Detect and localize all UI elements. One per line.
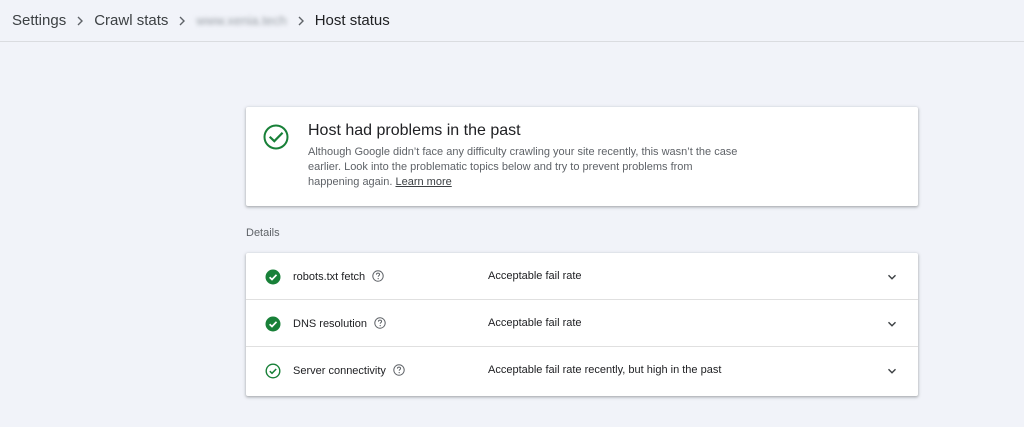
check-circle-filled-icon: [265, 269, 281, 285]
summary-description-text: Although Google didn’t face any difficul…: [308, 146, 738, 188]
breadcrumb: Settings Crawl stats www.xenia.tech Host…: [0, 0, 1024, 42]
details-list: robots.txt fetch Acceptable fail rate DN…: [246, 253, 918, 396]
check-circle-filled-icon: [265, 316, 281, 332]
chevron-right-icon: [287, 15, 315, 27]
details-row-robots-txt-fetch[interactable]: robots.txt fetch Acceptable fail rate: [246, 253, 918, 300]
breadcrumb-host-status: Host status: [314, 12, 390, 29]
details-heading: Details: [246, 227, 280, 239]
chevron-down-icon[interactable]: [886, 365, 898, 377]
check-circle-outline-icon: [263, 124, 289, 150]
breadcrumb-settings[interactable]: Settings: [12, 12, 66, 29]
row-name-text: robots.txt fetch: [293, 271, 366, 283]
row-name: DNS resolution: [293, 317, 386, 330]
row-name: robots.txt fetch: [293, 270, 384, 283]
help-icon[interactable]: [374, 317, 386, 329]
details-row-server-connectivity[interactable]: Server connectivity Acceptable fail rate…: [246, 347, 918, 396]
breadcrumb-host[interactable]: www.xenia.tech: [196, 13, 286, 28]
chevron-down-icon[interactable]: [886, 271, 898, 283]
host-status-summary-card: Host had problems in the past Although G…: [246, 107, 918, 206]
help-icon[interactable]: [372, 270, 384, 282]
row-name-text: DNS resolution: [293, 318, 367, 330]
breadcrumb-crawl-stats[interactable]: Crawl stats: [94, 12, 168, 29]
check-circle-outline-icon: [265, 363, 281, 379]
summary-title: Host had problems in the past: [308, 122, 521, 139]
help-icon[interactable]: [393, 364, 405, 376]
row-status: Acceptable fail rate: [488, 270, 582, 282]
row-name: Server connectivity: [293, 364, 405, 377]
row-status: Acceptable fail rate recently, but high …: [488, 364, 722, 376]
chevron-right-icon: [168, 15, 196, 27]
chevron-right-icon: [66, 15, 94, 27]
details-row-dns-resolution[interactable]: DNS resolution Acceptable fail rate: [246, 300, 918, 347]
row-status: Acceptable fail rate: [488, 317, 582, 329]
chevron-down-icon[interactable]: [886, 318, 898, 330]
row-name-text: Server connectivity: [293, 365, 386, 377]
summary-description: Although Google didn’t face any difficul…: [308, 145, 738, 190]
learn-more-link[interactable]: Learn more: [395, 176, 451, 188]
